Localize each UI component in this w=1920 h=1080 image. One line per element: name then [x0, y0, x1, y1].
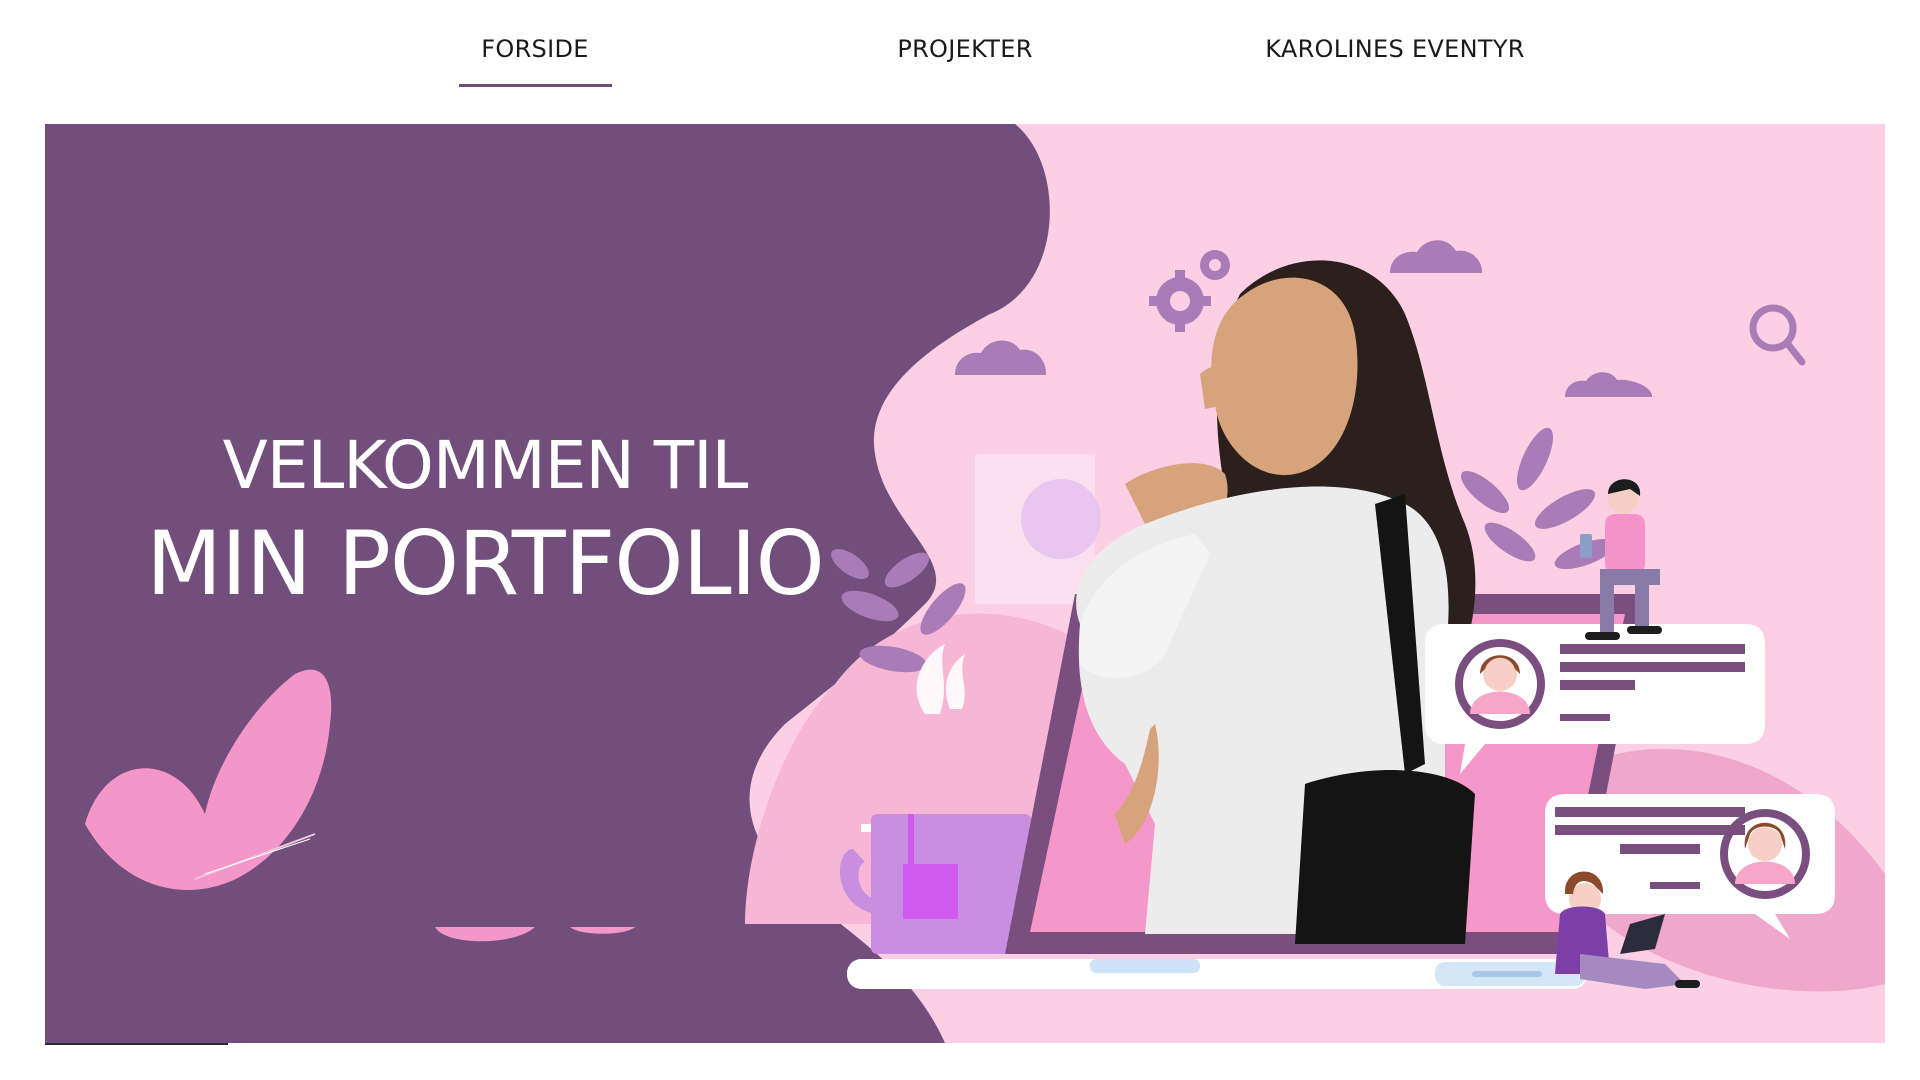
hero-heading-line1: VELKOMMEN TIL [222, 427, 749, 504]
hero-heading: VELKOMMEN TIL MIN PORTFOLIO [105, 424, 865, 620]
nav-projekter[interactable]: PROJEKTER [880, 34, 1050, 64]
page: FORSIDE PROJEKTER KAROLINES EVENTYR VELK… [0, 0, 1920, 1080]
hero-bottom-divider [45, 1043, 228, 1045]
active-nav-underline [459, 84, 612, 87]
hero-heading-line2: MIN PORTFOLIO [146, 512, 825, 615]
nav-forside[interactable]: FORSIDE [459, 34, 611, 64]
top-navigation: FORSIDE PROJEKTER KAROLINES EVENTYR [0, 0, 1920, 120]
hero-banner: VELKOMMEN TIL MIN PORTFOLIO [45, 124, 1885, 1043]
nav-karolines-eventyr[interactable]: KAROLINES EVENTYR [1250, 34, 1540, 64]
